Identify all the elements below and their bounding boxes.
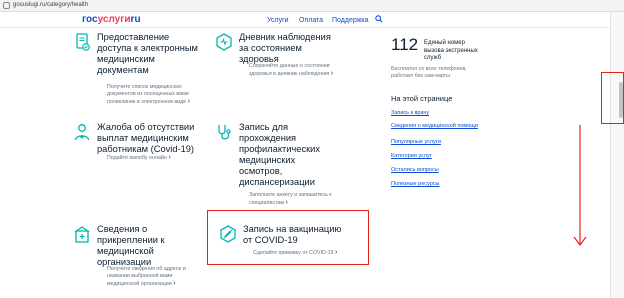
card-desc-line: Подайте жалобу онлайн [107, 155, 167, 161]
anchor-link-doctor-appointment[interactable]: Запись к врачу [391, 110, 429, 117]
card-description: Сохраняйте данные о состоянии здоровья в… [249, 63, 333, 78]
scroll-down-arrow-icon [573, 125, 587, 246]
browser-address-bar[interactable]: gosuslugi.ru/category/health [0, 0, 624, 12]
card-title[interactable]: Жалоба об отсутствии выплат медицинским … [97, 122, 194, 155]
address-url[interactable]: gosuslugi.ru/category/health [13, 1, 88, 10]
card-title[interactable]: Сведения о прикреплении к медицинской ор… [97, 224, 165, 268]
doctor-icon [74, 124, 90, 141]
chevron-right-icon: › [173, 280, 176, 287]
card-title-line: диспансеризации [239, 177, 315, 187]
card-desc-line: Получите список медицинских [107, 84, 182, 90]
card-title-line: Жалоба об отсутствии [97, 122, 195, 132]
clinic-icon [74, 226, 90, 243]
chevron-right-icon: › [285, 199, 288, 206]
caption-line: Единый номер [424, 40, 465, 46]
card-title-line: прохождения [239, 133, 297, 143]
highlight-box-scrollbar [601, 72, 624, 124]
nav-services[interactable]: Услуги [267, 16, 289, 25]
card-title-line: за состоянием [239, 43, 302, 53]
card-title-line: документам [97, 65, 149, 75]
highlight-box-vaccination [207, 210, 369, 265]
lock-icon [3, 2, 10, 9]
search-icon[interactable] [375, 15, 383, 23]
card-desc-line: медицинской организации [107, 281, 172, 287]
logo-part-gos: гос [82, 14, 98, 25]
diary-icon [216, 33, 232, 51]
card-desc-line: специалистам [249, 200, 285, 206]
nav-support[interactable]: Поддержка [332, 16, 369, 25]
card-title[interactable]: Запись для прохождения профилактических … [239, 122, 320, 188]
document-check-icon [76, 33, 90, 51]
card-desc-line: Заполните анкету и запишитесь к [249, 192, 332, 198]
card-desc-line: поликлиник в электронном виде [107, 99, 187, 105]
card-title-line: Предоставление [97, 32, 170, 42]
card-title-line: Запись для [239, 122, 288, 132]
anchor-link-useful-resources[interactable]: Полезные ресурсы [391, 181, 439, 188]
vertical-scrollbar[interactable] [610, 12, 624, 298]
card-desc-line: Получите сведения об адресе и [107, 266, 186, 272]
caption-line: вызова экстренных [424, 47, 478, 54]
nav-payment[interactable]: Оплата [299, 16, 323, 25]
logo-part-ru: ru [130, 14, 141, 25]
on-this-page-heading: На этой странице [391, 94, 453, 103]
card-description: Получите список медицинских документов и… [107, 84, 190, 106]
site-header: госуслугиru Услуги Оплата Поддержка [0, 12, 624, 28]
chevron-right-icon: › [168, 154, 171, 161]
anchor-link-questions[interactable]: Остались вопросы [391, 167, 439, 174]
card-title-line: прикреплении к [97, 235, 165, 245]
anchor-link-popular-services[interactable]: Популярные услуги [391, 139, 441, 146]
card-desc-line: документов из посещенных вами [107, 91, 189, 97]
emergency-number-caption: Единый номер вызова экстренных служб [424, 40, 478, 63]
card-title-line: медицинских [239, 155, 296, 165]
note-line: работает без сим-карты [391, 73, 450, 79]
emergency-number: 112 [391, 35, 419, 54]
card-description: Заполните анкету и запишитесь к специали… [249, 192, 332, 207]
card-title-line: профилактических [239, 144, 321, 154]
emergency-number-note: Бесплатно со всех телефонов, работает бе… [391, 66, 467, 80]
card-title-line: Сведения о [97, 224, 148, 234]
card-desc-line: названии выбранной вами [107, 273, 173, 279]
anchor-link-service-categories[interactable]: Категории услуг [391, 153, 432, 160]
card-description: Получите сведения об адресе и названии в… [107, 266, 186, 288]
card-title-line: Дневник наблюдения [239, 32, 331, 42]
anchor-link-medical-help-info[interactable]: Сведения о медицинской помощи [391, 123, 478, 130]
stethoscope-icon [218, 125, 231, 140]
card-description: Подайте жалобу онлайн › [107, 154, 171, 162]
card-desc-line: здоровья в дневник наблюдения [249, 71, 330, 77]
card-title-line: медицинской [97, 246, 154, 256]
chevron-right-icon: › [187, 98, 190, 105]
card-desc-line: Сохраняйте данные о состоянии [249, 63, 330, 69]
logo-part-uslugi: услуги [97, 14, 131, 25]
gosuslugi-logo[interactable]: госуслугиru [82, 14, 141, 26]
chevron-right-icon: › [330, 70, 334, 77]
card-title-line: медицинским [97, 54, 155, 64]
card-title-line: выплат медицинским [97, 133, 189, 143]
note-line: Бесплатно со всех телефонов, [391, 66, 467, 72]
card-title-line: осмотров, [239, 166, 283, 176]
caption-line: служб [424, 55, 442, 61]
card-title[interactable]: Предоставление доступа к электронным мед… [97, 32, 198, 76]
card-title[interactable]: Дневник наблюдения за состоянием здоровь… [239, 32, 331, 65]
card-title-line: доступа к электронным [97, 43, 198, 53]
